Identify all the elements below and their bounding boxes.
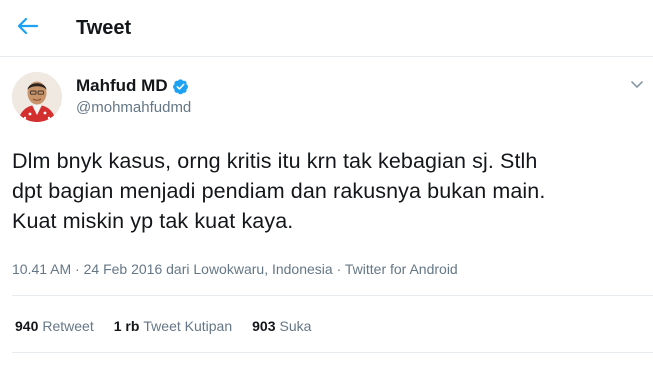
tweet-stats: 940 Retweet 1 rb Tweet Kutipan 903 Suka: [15, 317, 331, 335]
quote-number: 1 rb: [113, 318, 140, 334]
tweet-text: Dlm bnyk kasus, orng kritis itu krn tak …: [12, 149, 546, 233]
meta-separator: ·: [336, 261, 342, 277]
tweet-menu-button[interactable]: [628, 76, 646, 94]
like-label: Suka: [279, 318, 312, 334]
location-prefix: dari: [166, 261, 190, 277]
tweet-source[interactable]: Twitter for Android: [345, 261, 458, 277]
back-button[interactable]: [12, 12, 44, 44]
chevron-down-icon: [630, 76, 644, 94]
verified-badge-icon: [172, 78, 189, 95]
meta-separator: ·: [75, 261, 80, 277]
retweet-number: 940: [15, 318, 39, 334]
page-title: Tweet: [76, 17, 132, 39]
tweet-metadata: 10.41 AM · 24 Feb 2016 dari Lowokwaru, I…: [12, 260, 458, 278]
quote-tweet-count[interactable]: 1 rb Tweet Kutipan: [114, 317, 232, 335]
tweet-location[interactable]: Lowokwaru, Indonesia: [193, 261, 332, 277]
divider: [12, 352, 653, 353]
avatar[interactable]: [12, 72, 62, 122]
tweet-date[interactable]: 24 Feb 2016: [84, 261, 163, 277]
tweet-time[interactable]: 10.41 AM: [12, 261, 71, 277]
author-name[interactable]: Mahfud MD: [76, 76, 168, 96]
retweet-count[interactable]: 940 Retweet: [15, 317, 94, 335]
quote-label: Tweet Kutipan: [143, 318, 233, 334]
like-number: 903: [252, 318, 276, 334]
author-handle[interactable]: @mohmahfudmd: [76, 99, 191, 117]
author-name-row[interactable]: Mahfud MD: [76, 76, 189, 96]
divider: [12, 295, 653, 296]
like-count[interactable]: 903 Suka: [252, 317, 311, 335]
retweet-label: Retweet: [42, 318, 94, 334]
tweet-detail-page: Tweet Mahfud MD @mohmahfudmd Dlm bnyk ka…: [0, 0, 653, 366]
arrow-left-icon: [17, 17, 39, 40]
page-header: Tweet: [0, 0, 653, 57]
